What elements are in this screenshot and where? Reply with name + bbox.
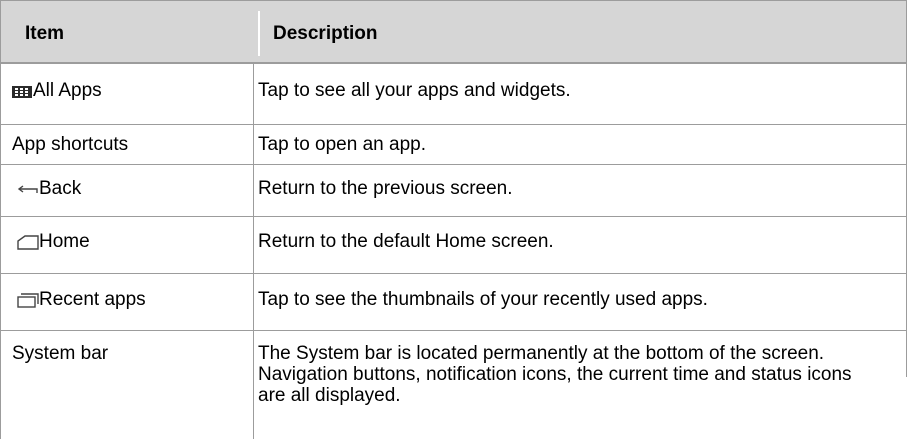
- row-item-label: Home: [39, 231, 90, 252]
- table-row: Back Return to the previous screen.: [0, 164, 907, 217]
- table-row: Home Return to the default Home screen.: [0, 216, 907, 274]
- row-item-label: App shortcuts: [12, 134, 129, 155]
- header-item: Item: [25, 23, 65, 44]
- row-description: The System bar is located permanently at…: [258, 343, 852, 406]
- row-description: Tap to open an app.: [258, 134, 426, 155]
- row-item-cell: Back: [17, 178, 81, 200]
- row-item-cell: System bar: [12, 343, 108, 365]
- row-item-label: All Apps: [33, 80, 102, 101]
- row-item-label: System bar: [12, 343, 109, 364]
- row-item-label: Recent apps: [39, 289, 146, 310]
- row-item-cell: All Apps: [11, 80, 102, 102]
- row-description: Tap to see all your apps and widgets.: [258, 80, 571, 101]
- row-item-cell: Home: [17, 231, 90, 253]
- back-arrow-icon: [17, 185, 38, 193]
- home-icon: [17, 235, 39, 250]
- table-header-row: Item Description: [0, 0, 907, 63]
- table-row: Recent apps Tap to see the thumbnails of…: [0, 273, 907, 331]
- row-item-cell: Recent apps: [17, 289, 146, 311]
- recent-apps-icon: [17, 293, 39, 308]
- table-row: App shortcuts Tap to open an app.: [0, 124, 907, 165]
- row-item-label: Back: [39, 178, 82, 199]
- row-description: Tap to see the thumbnails of your recent…: [258, 289, 708, 310]
- all-apps-grid-icon: [12, 86, 32, 98]
- header-divider: [258, 11, 260, 56]
- row-description: Return to the default Home screen.: [258, 231, 554, 252]
- row-description: Return to the previous screen.: [258, 178, 513, 199]
- row-item-cell: App shortcuts: [12, 134, 128, 156]
- table-row: System bar The System bar is located per…: [0, 330, 907, 440]
- header-description: Description: [273, 23, 378, 44]
- table-row: All Apps Tap to see all your apps and wi…: [0, 63, 907, 125]
